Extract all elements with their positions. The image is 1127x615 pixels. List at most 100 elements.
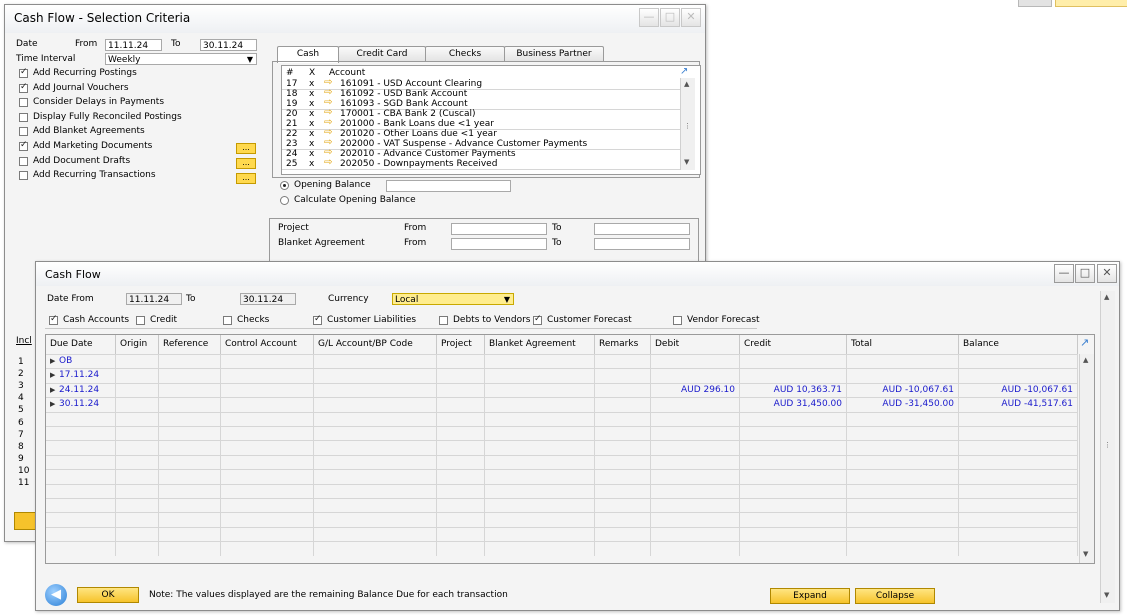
project-from-field[interactable] xyxy=(451,223,547,235)
blanket-from-field[interactable] xyxy=(451,238,547,250)
table-row[interactable] xyxy=(46,526,1078,542)
filter-checkbox-6[interactable] xyxy=(673,316,682,325)
option-checkbox-6[interactable] xyxy=(19,156,28,166)
scroll-up-icon[interactable]: ▲ xyxy=(684,80,689,88)
column-header-10[interactable]: Total xyxy=(847,335,959,354)
maximize-button[interactable]: □ xyxy=(1075,264,1095,283)
expand-grid-icon[interactable]: ↗ xyxy=(680,66,688,77)
account-row-x[interactable]: x xyxy=(309,109,314,119)
table-row[interactable] xyxy=(46,454,1078,470)
account-row-x[interactable]: x xyxy=(309,129,314,139)
account-row[interactable]: 19 x ⇨ 161093 - SGD Bank Account xyxy=(282,98,680,110)
blanket-to-field[interactable] xyxy=(594,238,690,250)
option-checkbox-7[interactable] xyxy=(19,171,28,181)
date-to-field[interactable]: 30.11.24 xyxy=(240,293,296,305)
account-row-x[interactable]: x xyxy=(309,119,314,129)
document-drafts-options-button[interactable]: ... xyxy=(236,158,256,169)
option-checkbox-2[interactable] xyxy=(19,98,28,108)
column-header-4[interactable]: G/L Account/BP Code xyxy=(314,335,437,354)
time-interval-select[interactable]: Weekly ▼ xyxy=(105,53,257,65)
tab-checks[interactable]: Checks xyxy=(425,46,505,62)
calc-opening-balance-radio[interactable] xyxy=(280,196,289,205)
account-row-x[interactable]: x xyxy=(309,99,314,109)
filter-checkbox-4[interactable] xyxy=(439,316,448,325)
column-header-5[interactable]: Project xyxy=(437,335,485,354)
account-row[interactable]: 23 x ⇨ 202000 - VAT Suspense - Advance Cust… xyxy=(282,138,680,150)
account-row-x[interactable]: x xyxy=(309,89,314,99)
table-row[interactable] xyxy=(46,483,1078,499)
minimize-button[interactable]: — xyxy=(1054,264,1074,283)
account-row-x[interactable]: x xyxy=(309,149,314,159)
table-row[interactable] xyxy=(46,498,1078,513)
scroll-up-icon[interactable]: ▲ xyxy=(1104,293,1109,301)
expand-row-icon[interactable]: ▶ xyxy=(50,384,55,397)
table-row[interactable] xyxy=(46,411,1078,427)
table-row[interactable]: ▶ OB xyxy=(46,354,1078,369)
minimize-button[interactable]: — xyxy=(639,8,659,27)
expand-row-icon[interactable]: ▶ xyxy=(50,355,55,368)
option-checkbox-0[interactable] xyxy=(19,69,28,78)
link-arrow-icon[interactable]: ⇨ xyxy=(324,158,332,168)
table-row[interactable]: ▶ 24.11.24 AUD 296.10 AUD 10,363.71 AUD -10,… xyxy=(46,382,1078,398)
filter-checkbox-0[interactable] xyxy=(49,316,58,325)
column-header-0[interactable]: Due Date xyxy=(46,335,116,354)
filter-checkbox-3[interactable] xyxy=(313,316,322,325)
maximize-button[interactable]: □ xyxy=(660,8,680,27)
due-date[interactable]: OB xyxy=(59,355,72,368)
account-row[interactable]: 20 x ⇨ 170001 - CBA Bank 2 (Cuscal) xyxy=(282,108,680,120)
scroll-up-icon[interactable]: ▲ xyxy=(1083,356,1088,364)
filter-checkbox-2[interactable] xyxy=(223,316,232,325)
due-date[interactable]: 30.11.24 xyxy=(59,398,99,411)
tab-business-partner[interactable]: Business Partner xyxy=(504,46,604,62)
scroll-down-icon[interactable]: ▼ xyxy=(1083,550,1088,558)
column-header-1[interactable]: Origin xyxy=(116,335,159,354)
scroll-down-icon[interactable]: ▼ xyxy=(684,158,689,166)
due-date[interactable]: 24.11.24 xyxy=(59,384,99,397)
date-to-field[interactable]: 30.11.24 xyxy=(200,39,257,51)
table-row[interactable] xyxy=(46,512,1078,528)
expand-row-icon[interactable]: ▶ xyxy=(50,369,55,382)
account-row-x[interactable]: x xyxy=(309,159,314,169)
recurring-transactions-options-button[interactable]: ... xyxy=(236,173,256,184)
accounts-scrollbar[interactable]: ▲ ⋮ ▼ xyxy=(680,78,695,170)
project-to-field[interactable] xyxy=(594,223,690,235)
option-checkbox-5[interactable] xyxy=(19,142,28,151)
column-header-7[interactable]: Remarks xyxy=(595,335,651,354)
option-checkbox-4[interactable] xyxy=(19,127,28,137)
table-row[interactable] xyxy=(46,541,1078,557)
ok-button[interactable]: OK xyxy=(77,587,139,603)
opening-balance-field[interactable] xyxy=(386,180,511,192)
account-row[interactable]: 18 x ⇨ 161092 - USD Bank Account xyxy=(282,88,680,100)
close-button[interactable]: ✕ xyxy=(1097,264,1117,283)
column-header-8[interactable]: Debit xyxy=(651,335,740,354)
scroll-down-icon[interactable]: ▼ xyxy=(1104,591,1109,599)
account-row-x[interactable]: x xyxy=(309,139,314,149)
table-row[interactable] xyxy=(46,440,1078,456)
tab-credit-card[interactable]: Credit Card xyxy=(338,46,426,62)
due-date[interactable]: 17.11.24 xyxy=(59,369,99,382)
table-row[interactable] xyxy=(46,469,1078,485)
expand-row-icon[interactable]: ▶ xyxy=(50,398,55,411)
expand-grid-icon[interactable]: ↗ xyxy=(1080,336,1089,349)
account-row[interactable]: 21 x ⇨ 201000 - Bank Loans due <1 year xyxy=(282,118,680,130)
column-header-3[interactable]: Control Account xyxy=(221,335,314,354)
table-row[interactable]: ▶ 30.11.24 AUD 31,450.00 AUD -31,450.00 AUD … xyxy=(46,397,1078,413)
back-arrow-icon[interactable]: ◀ xyxy=(45,584,67,606)
date-from-field[interactable]: 11.11.24 xyxy=(126,293,182,305)
account-row[interactable]: 22 x ⇨ 201020 - Other Loans due <1 year xyxy=(282,128,680,140)
column-header-9[interactable]: Credit xyxy=(740,335,847,354)
column-header-2[interactable]: Reference xyxy=(159,335,221,354)
expand-button[interactable]: Expand xyxy=(770,588,850,604)
marketing-docs-options-button[interactable]: ... xyxy=(236,143,256,154)
account-row-x[interactable]: x xyxy=(309,79,314,89)
account-row[interactable]: 24 x ⇨ 202010 - Advance Customer Payments xyxy=(282,148,680,160)
opening-balance-radio[interactable] xyxy=(280,181,289,190)
currency-select[interactable]: Local ▼ xyxy=(392,293,514,305)
column-header-6[interactable]: Blanket Agreement xyxy=(485,335,595,354)
close-button[interactable]: ✕ xyxy=(681,8,701,27)
grid-scrollbar[interactable]: ▲ ▼ xyxy=(1079,354,1094,563)
column-header-11[interactable]: Balance xyxy=(959,335,1078,354)
collapse-button[interactable]: Collapse xyxy=(855,588,935,604)
account-row[interactable]: 17 x ⇨ 161091 - USD Account Clearing xyxy=(282,78,680,90)
table-row[interactable] xyxy=(46,426,1078,441)
